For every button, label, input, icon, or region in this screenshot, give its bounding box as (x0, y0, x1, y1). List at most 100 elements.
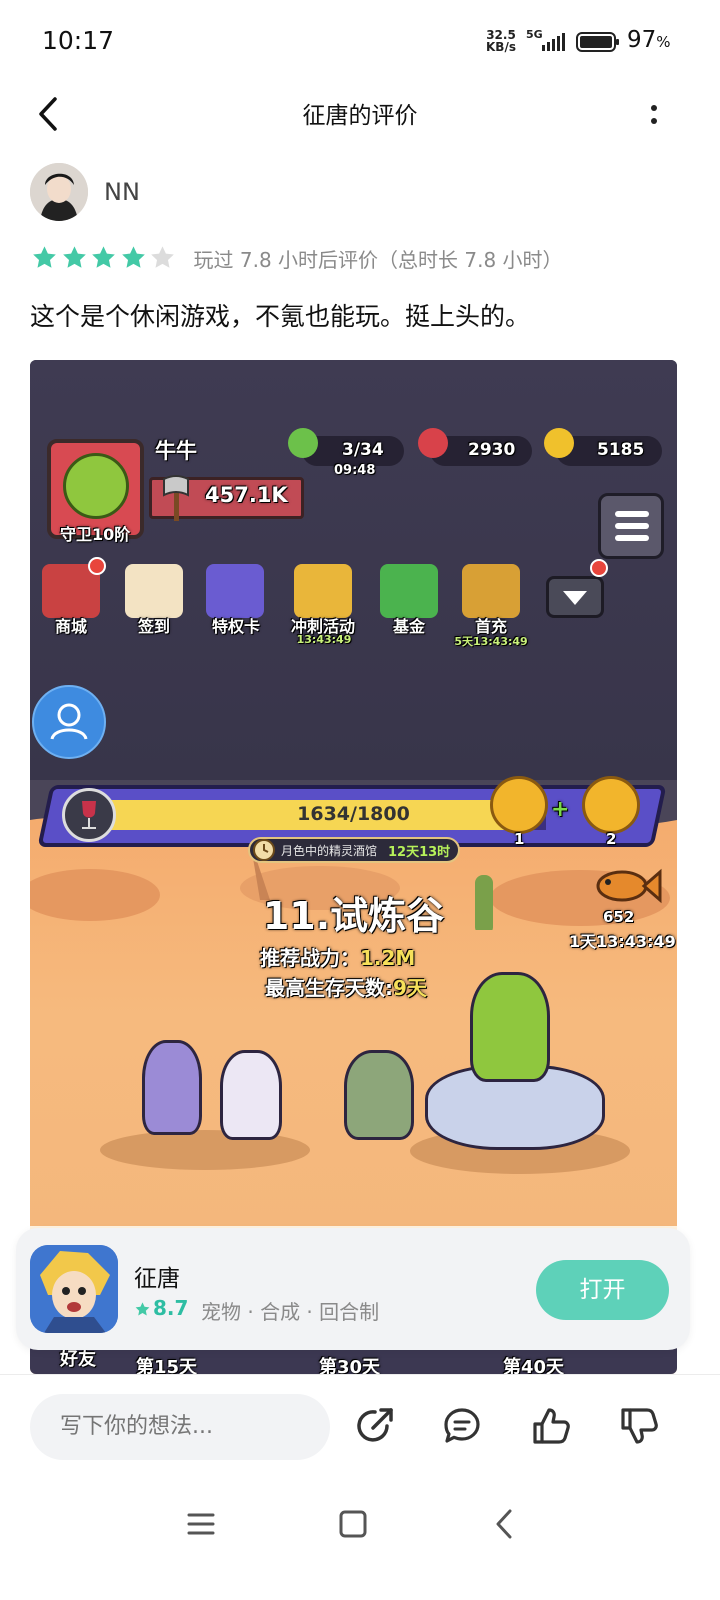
recommended-power-value: 1.2M (360, 946, 416, 970)
star-filled-icon (121, 246, 145, 268)
max-days-value: 9天 (393, 976, 427, 1000)
tavern-time: 12天13时 (388, 845, 451, 860)
comment-input[interactable] (30, 1394, 330, 1460)
bottom-divider (0, 1374, 720, 1375)
gold-chest-icon (582, 776, 640, 834)
thumbs-down-icon[interactable] (617, 1404, 661, 1448)
chest-count: 2 (606, 830, 617, 848)
stamina-timer: 09:48 (334, 463, 376, 478)
thumbs-up-icon[interactable] (529, 1404, 573, 1448)
back-nav-icon[interactable] (487, 1506, 523, 1542)
recommended-power: 推荐战力：1.2M (260, 942, 415, 971)
game-menu-button (598, 493, 664, 559)
signal-icon (542, 33, 565, 51)
rating-row: 玩过 7.8 小时后评价（总时长 7.8 小时） (30, 243, 563, 273)
battery-percentage: 97% (627, 27, 671, 53)
feature-label: 商城 (54, 617, 87, 636)
menu-icon-line (615, 511, 649, 517)
network-speed: 32.5 KB/s (486, 29, 516, 53)
wine-glass-shape (82, 801, 96, 829)
more-vertical-icon-dot (651, 104, 657, 111)
network-speed-unit: KB/s (486, 40, 516, 54)
recommended-power-label: 推荐战力： (260, 946, 360, 970)
orc-boss (470, 972, 550, 1082)
silver-chest-icon (490, 776, 548, 834)
page-title: 征唐的评价 (302, 103, 418, 129)
guard-rank: 守卫10阶 (60, 525, 131, 544)
gold-value: 5185 (597, 440, 645, 460)
review-text: 这个是个休闲游戏，不氪也能玩。挺上头的。 (30, 302, 531, 331)
progress-text: 1634/1800 (297, 803, 410, 825)
stamina-icon (288, 428, 318, 458)
app-icon[interactable] (30, 1245, 118, 1333)
feature-label: 特权卡 (211, 617, 260, 636)
feature-timer: 5天13:43:49 (454, 635, 528, 648)
review-screenshot[interactable]: 牛牛 457.1K 守卫10阶 3/34 09:48 2930 5185 商城 … (30, 360, 677, 1374)
user-avatar[interactable] (30, 163, 88, 221)
more-vertical-icon-dot (651, 117, 657, 124)
app-score: 8.7 (153, 1296, 189, 1320)
trophy-icon (294, 564, 352, 618)
menu-icon-line (615, 523, 649, 529)
share-icon[interactable] (353, 1404, 397, 1448)
player-power: 457.1K (205, 483, 288, 507)
app-name: 征唐 (134, 1266, 180, 1292)
feature-label: 基金 (392, 617, 425, 636)
gem-icon (418, 428, 448, 458)
plus-icon: + (551, 797, 570, 822)
elf-hero (142, 1040, 202, 1135)
feature-timer: 13:43:49 (296, 633, 352, 646)
stamina-value: 3/34 (342, 440, 384, 460)
star-filled-icon (62, 246, 86, 268)
orc-face-icon (63, 453, 129, 519)
max-days-label: 最高生存天数: (265, 976, 393, 1000)
vip-card-icon (206, 564, 264, 618)
battery-unit: % (656, 33, 671, 51)
more-button[interactable] (636, 92, 672, 136)
gold-coin-icon (544, 428, 574, 458)
expand-features-button (546, 576, 604, 618)
fish-icon (596, 868, 662, 904)
avatar-image (30, 163, 88, 221)
notification-dot (88, 557, 106, 575)
notification-dot (590, 559, 608, 577)
first-recharge-icon (462, 564, 520, 618)
chest-count: 1 (514, 830, 525, 848)
orc-warrior-hero (344, 1050, 414, 1140)
hero-shadow (100, 1130, 310, 1170)
open-app-button[interactable]: 打开 (536, 1260, 669, 1320)
home-icon[interactable] (335, 1506, 371, 1542)
menu-icon-line (615, 535, 649, 541)
star-filled-icon (33, 246, 56, 268)
menu-icon[interactable] (183, 1506, 219, 1542)
person-fab (32, 685, 106, 759)
username[interactable]: NN (104, 178, 140, 206)
app-icon-art (30, 1245, 118, 1333)
star-icon (135, 1302, 150, 1316)
comment-icon[interactable] (440, 1404, 484, 1448)
day-label: 第30天 (319, 1357, 381, 1374)
status-bar: 10:17 32.5 KB/s 5G 97% (0, 0, 720, 84)
app-tags: 宠物 · 合成 · 回合制 (201, 1300, 380, 1324)
status-time: 10:17 (42, 26, 115, 55)
play-time-info: 玩过 7.8 小时后评价（总时长 7.8 小时） (193, 247, 563, 272)
battery-value: 97 (627, 27, 657, 53)
clock-icon (253, 839, 275, 861)
fund-icon (380, 564, 438, 618)
app-card[interactable]: 征唐 8.7 宠物 · 合成 · 回合制 打开 (16, 1228, 690, 1350)
chevron-down-icon (563, 591, 587, 605)
gems-value: 2930 (468, 440, 516, 460)
elf-archer-hero (220, 1050, 282, 1140)
day-label: 第40天 (503, 1357, 565, 1374)
fish-timer: 1天13:43:49 (569, 932, 676, 951)
header: 征唐的评价 (0, 84, 720, 144)
fish-count: 652 (603, 908, 635, 926)
wine-glass-icon (62, 788, 116, 842)
checkin-icon (125, 564, 183, 618)
star-empty-icon (151, 246, 174, 268)
battery-icon (576, 32, 619, 52)
user-icon (50, 703, 88, 740)
tavern-name: 月色中的精灵酒馆 (281, 844, 378, 858)
player-name: 牛牛 (155, 439, 197, 463)
day-label: 第15天 (136, 1357, 198, 1374)
